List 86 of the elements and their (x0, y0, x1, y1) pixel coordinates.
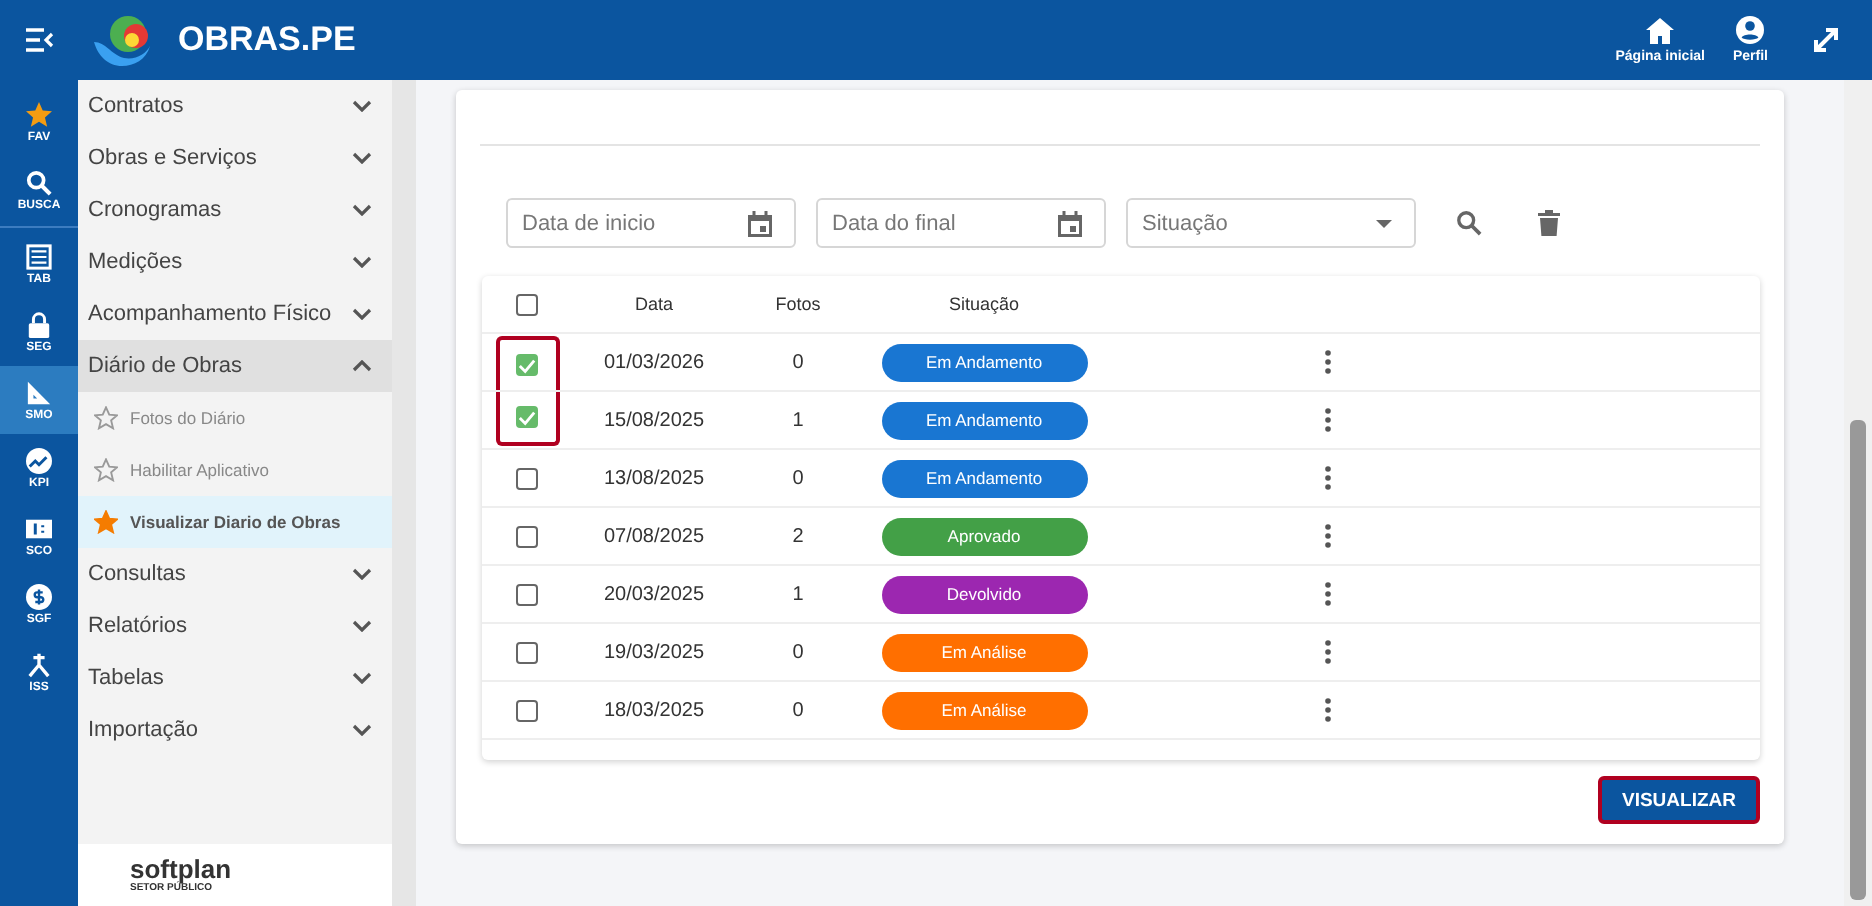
calendar-icon (1058, 210, 1082, 236)
row-checkbox[interactable] (516, 699, 538, 721)
ruler-icon (26, 379, 52, 405)
table-cell: 20/03/2025 (603, 583, 705, 605)
chevron-icon (352, 620, 372, 632)
status-badge: Aprovado (881, 517, 1087, 555)
table-cell: 0 (792, 467, 804, 489)
table-cell: 1 (792, 409, 804, 431)
search-icon (1455, 210, 1481, 236)
chevron-icon (352, 360, 372, 372)
visualize-button[interactable]: VISUALIZAR (1598, 776, 1760, 824)
sidebar-item[interactable]: Contratos (78, 80, 392, 132)
trash-icon (1537, 210, 1559, 236)
select-all-checkbox[interactable] (516, 293, 538, 315)
table-cell: 15/08/2025 (603, 409, 705, 431)
table-cell: 0 (792, 699, 804, 721)
date-field[interactable]: Data de inicio (506, 198, 796, 248)
split-icon (26, 651, 52, 677)
table-cell: 07/08/2025 (603, 525, 705, 547)
sidebar-item[interactable]: Cronogramas (78, 184, 392, 236)
chevron-icon (352, 568, 372, 580)
table-cell: 0 (792, 351, 804, 373)
search-icon (26, 169, 52, 195)
status-badge: Em Análise (881, 691, 1087, 729)
table-cell: 0 (792, 641, 804, 663)
row-checkbox[interactable] (516, 583, 538, 605)
sidebar-item[interactable]: Importação (78, 704, 392, 756)
table-cell: 1 (792, 583, 804, 605)
more-options-icon[interactable] (1324, 350, 1332, 374)
sidebar-item[interactable]: Consultas (78, 548, 392, 600)
sidebar-item[interactable]: Acompanhamento Físico (78, 288, 392, 340)
column-header: Fotos (775, 294, 821, 314)
chevron-icon (352, 672, 372, 684)
coin-icon (26, 583, 52, 609)
money-icon (26, 515, 52, 541)
select-field[interactable]: Situação (1126, 198, 1416, 248)
logo-icon (94, 14, 154, 66)
row-checkbox[interactable] (516, 406, 538, 428)
chevron-icon (352, 724, 372, 736)
star-icon (26, 101, 52, 127)
more-options-icon[interactable] (1324, 408, 1332, 432)
sidebar-item[interactable]: Tabelas (78, 652, 392, 704)
fullscreen-icon[interactable] (1812, 26, 1840, 54)
sidebar-subitem[interactable]: Visualizar Diario de Obras (78, 496, 392, 548)
status-badge: Em Andamento (881, 343, 1087, 381)
table-cell: 13/08/2025 (603, 467, 705, 489)
profile-icon (1736, 16, 1765, 44)
column-header: Data (634, 294, 673, 314)
app-name: OBRAS.PE (178, 20, 356, 60)
sidebar-item[interactable]: Diário de Obras (78, 340, 392, 392)
status-badge: Devolvido (881, 575, 1087, 613)
date-field[interactable]: Data do final (816, 198, 1106, 248)
row-checkbox[interactable] (516, 467, 538, 489)
status-badge: Em Andamento (881, 459, 1087, 497)
home-icon (1646, 17, 1675, 43)
sidebar-item[interactable]: Obras e Serviços (78, 132, 392, 184)
sidebar-item[interactable]: Medições (78, 236, 392, 288)
chart-icon (26, 447, 52, 473)
chevron-icon (352, 152, 372, 164)
table-icon (26, 243, 52, 269)
sidebar-item[interactable]: Relatórios (78, 600, 392, 652)
row-checkbox[interactable] (516, 525, 538, 547)
table-cell: 01/03/2026 (603, 351, 705, 373)
sidebar-scrollbar[interactable] (392, 80, 416, 906)
row-checkbox[interactable] (516, 641, 538, 663)
lock-icon (26, 311, 52, 337)
table-cell: 19/03/2025 (603, 641, 705, 663)
more-options-icon[interactable] (1324, 524, 1332, 548)
chevron-icon (352, 256, 372, 268)
scrollbar[interactable] (1844, 80, 1872, 906)
chevron-icon (352, 308, 372, 320)
column-header: Situação (948, 294, 1020, 314)
row-checkbox[interactable] (516, 354, 538, 376)
dropdown-caret-icon (1376, 219, 1392, 227)
table-cell: 18/03/2025 (603, 699, 705, 721)
status-badge: Em Análise (881, 633, 1087, 671)
chevron-icon (352, 204, 372, 216)
brand-logo: softplan (130, 856, 232, 882)
more-options-icon[interactable] (1324, 582, 1332, 606)
calendar-icon (748, 210, 772, 236)
chevron-icon (352, 100, 372, 112)
status-badge: Em Andamento (881, 401, 1087, 439)
table-cell: 2 (792, 525, 804, 547)
more-options-icon[interactable] (1324, 466, 1332, 490)
more-options-icon[interactable] (1324, 640, 1332, 664)
more-options-icon[interactable] (1324, 698, 1332, 722)
